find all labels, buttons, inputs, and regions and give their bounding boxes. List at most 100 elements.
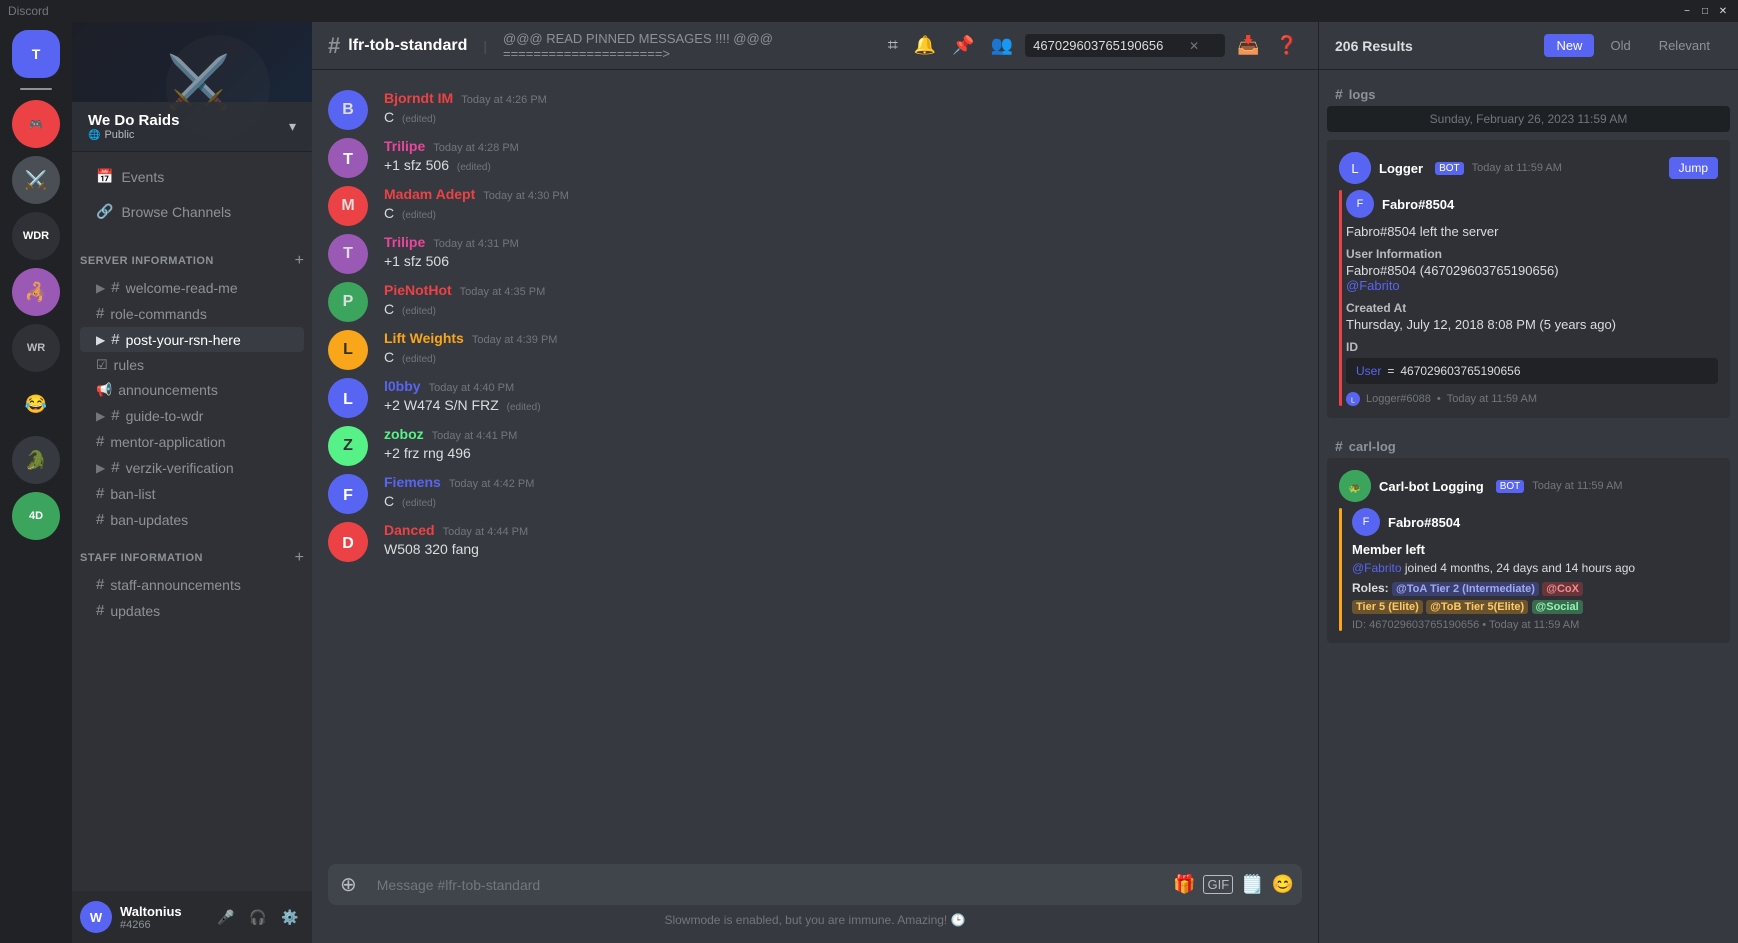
channel-welcome[interactable]: ▶ # welcome-read-me [80, 275, 304, 300]
title-bar: Discord − □ ✕ [0, 0, 1738, 22]
created-label: Created At [1346, 301, 1718, 315]
channel-post-rsn[interactable]: ▶ # post-your-rsn-here [80, 327, 304, 352]
hash-icon: # [96, 602, 104, 619]
result-timestamp: Today at 11:59 AM [1532, 480, 1622, 492]
search-bar[interactable]: ✕ [1025, 34, 1225, 57]
table-row: M Madam Adept Today at 4:30 PM C (edited… [312, 182, 1318, 230]
filter-relevant-btn[interactable]: Relevant [1647, 34, 1722, 57]
search-input[interactable] [1033, 38, 1183, 53]
message-author: PieNotHot [384, 282, 452, 298]
message-text: C (edited) [384, 108, 1302, 128]
settings-btn[interactable]: ⚙️ [276, 903, 304, 931]
hashtag-icon[interactable]: ⌗ [884, 31, 902, 60]
channel-ban-updates[interactable]: # ban-updates [80, 507, 304, 532]
hash-icon: # [96, 485, 104, 502]
channel-mentor-app[interactable]: # mentor-application [80, 429, 304, 454]
main-content: # lfr-tob-standard | @@@ READ PINNED MES… [312, 22, 1318, 943]
table-row: L l0bby Today at 4:40 PM +2 W474 S/N FRZ… [312, 374, 1318, 422]
logger-icon: L [1346, 392, 1360, 406]
filter-new-btn[interactable]: New [1544, 34, 1594, 57]
server-divider [20, 88, 52, 90]
add-attachment-icon[interactable]: ⊕ [336, 864, 361, 905]
minimize-btn[interactable]: − [1680, 4, 1694, 18]
channel-sidebar: We Do Raids 🌐 Public ▾ 📅 Events 🔗 Browse… [72, 22, 312, 943]
message-text: W508 320 fang [384, 540, 1302, 560]
hash-icon: # [96, 511, 104, 528]
server-header[interactable]: We Do Raids 🌐 Public ▾ [72, 102, 312, 152]
sidebar-item-browse[interactable]: 🔗 Browse Channels [80, 195, 304, 228]
results-count: 206 Results [1335, 38, 1413, 54]
channel-verzik[interactable]: ▶ # verzik-verification [80, 455, 304, 480]
server-icon-4[interactable]: WDR [12, 212, 60, 260]
message-timestamp: Today at 4:40 PM [429, 382, 515, 394]
server-icon-2[interactable]: 🎮 [12, 100, 60, 148]
channel-role-commands[interactable]: # role-commands [80, 301, 304, 326]
search-clear-icon[interactable]: ✕ [1189, 39, 1199, 53]
server-icon-3[interactable]: ⚔️ [12, 156, 60, 204]
channel-guide-wdr[interactable]: ▶ # guide-to-wdr [80, 403, 304, 428]
id-value: 467029603765190656 [1400, 364, 1520, 378]
server-icon-tosl[interactable]: T [12, 30, 60, 78]
sticker-icon[interactable]: 🗒️ [1241, 874, 1263, 895]
mic-btn[interactable]: 🎤 [212, 903, 240, 931]
role-tag-social: @Social [1532, 600, 1583, 614]
avatar: Z [328, 426, 368, 466]
channel-ban-list[interactable]: # ban-list [80, 481, 304, 506]
message-text: C (edited) [384, 300, 1302, 320]
hash-icon: # [111, 459, 119, 476]
category-server-info[interactable]: SERVER INFORMATION + [72, 236, 312, 274]
megaphone-icon: 📢 [96, 382, 112, 398]
gift-icon[interactable]: 🎁 [1173, 874, 1195, 895]
server-icon-7[interactable]: 😂 [12, 380, 60, 428]
pin-icon[interactable]: 📌 [948, 31, 978, 60]
result-footer: L Logger#6088 • Today at 11:59 AM [1346, 392, 1718, 406]
message-author: Bjorndt IM [384, 90, 453, 106]
filter-old-btn[interactable]: Old [1598, 34, 1642, 57]
channel-announcements[interactable]: 📢 announcements [80, 378, 304, 402]
notification-icon[interactable]: 🔔 [910, 31, 940, 60]
server-icon-9[interactable]: 4D [12, 492, 60, 540]
emoji-icon[interactable]: 😊 [1272, 874, 1294, 895]
table-row: F Fiemens Today at 4:42 PM C (edited) [312, 470, 1318, 518]
bot-badge: BOT [1496, 480, 1525, 493]
close-btn[interactable]: ✕ [1716, 4, 1730, 18]
window-controls[interactable]: − □ ✕ [1680, 4, 1730, 18]
message-text: C (edited) [384, 348, 1302, 368]
server-icon-6[interactable]: WR [12, 324, 60, 372]
message-timestamp: Today at 4:41 PM [432, 430, 518, 442]
members-icon[interactable]: 👥 [987, 31, 1017, 60]
server-icon-list: T 🎮 ⚔️ WDR 🦂 WR 😂 🐊 4D [0, 22, 72, 943]
maximize-btn[interactable]: □ [1698, 4, 1712, 18]
avatar: M [328, 186, 368, 226]
channel-updates[interactable]: # updates [80, 598, 304, 623]
chat-input[interactable] [369, 865, 1165, 905]
result-section-carl-log: # carl-log 🐢 Carl-bot Logging BOT Today … [1327, 430, 1730, 643]
action-text: Fabro#8504 left the server [1346, 224, 1718, 239]
channel-rules[interactable]: ☑ rules [80, 353, 304, 377]
help-icon[interactable]: ❓ [1272, 31, 1302, 60]
role-tag-tob2: @ToB Tier 5(Elite) [1426, 600, 1528, 614]
message-author: Lift Weights [384, 330, 464, 346]
result-author: Carl-bot Logging [1379, 479, 1484, 494]
channel-staff-ann[interactable]: # staff-announcements [80, 572, 304, 597]
sidebar-nav: 📅 Events 🔗 Browse Channels [72, 152, 312, 236]
server-banner: We Do Raids 🌐 Public ▾ [72, 22, 312, 152]
inbox-icon[interactable]: 📥 [1233, 31, 1263, 60]
hash-icon: # [111, 407, 119, 424]
server-icon-5[interactable]: 🦂 [12, 268, 60, 316]
jump-button[interactable]: Jump [1669, 157, 1718, 179]
search-result-card: L Logger BOT Today at 11:59 AM Jump F Fa… [1327, 140, 1730, 418]
add-channel-icon[interactable]: + [295, 252, 304, 270]
avatar: L [328, 330, 368, 370]
server-icon-8[interactable]: 🐊 [12, 436, 60, 484]
category-staff-info[interactable]: STAFF INFORMATION + [72, 533, 312, 571]
sidebar-item-events[interactable]: 📅 Events [80, 160, 304, 193]
role-tag-toa: @ToA Tier 2 (Intermediate) [1392, 582, 1539, 596]
app-name: Discord [8, 4, 49, 18]
headset-btn[interactable]: 🎧 [244, 903, 272, 931]
search-filters: New Old Relevant [1544, 34, 1722, 57]
slowmode-notice: Slowmode is enabled, but you are immune.… [328, 905, 1302, 927]
message-text: +1 sfz 506 (edited) [384, 156, 1302, 176]
add-channel-icon[interactable]: + [295, 549, 304, 567]
gif-icon[interactable]: GIF [1203, 875, 1233, 894]
